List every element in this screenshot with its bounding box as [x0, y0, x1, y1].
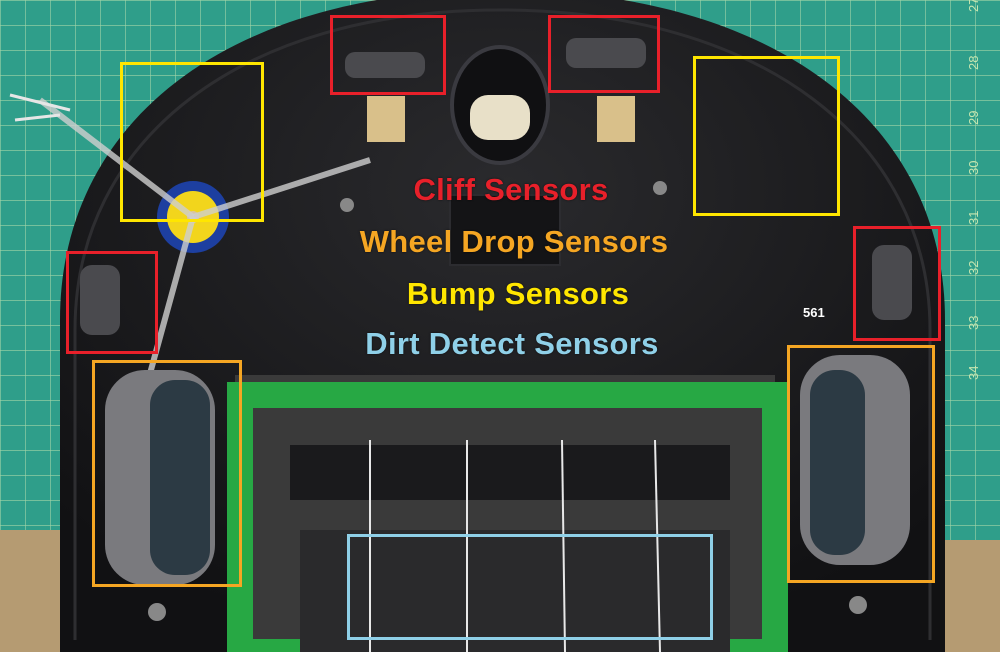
cliff-sensor-box-front-left: [330, 15, 446, 95]
mat-ruler-number: 33: [966, 316, 981, 330]
cliff-sensor-box-right: [853, 226, 941, 341]
mat-ruler-number: 30: [966, 161, 981, 175]
bump-sensor-box-right: [693, 56, 840, 216]
mat-ruler-number: 27: [966, 0, 981, 12]
wheel-drop-sensor-box-left: [92, 360, 242, 587]
wheel-drop-sensor-box-right: [787, 345, 935, 583]
mat-ruler-number: 31: [966, 211, 981, 225]
legend-cliff-sensors: Cliff Sensors: [413, 172, 609, 207]
mat-ruler-number: 28: [966, 56, 981, 70]
legend-bump-sensors: Bump Sensors: [406, 276, 630, 311]
legend-dirt-detect-sensors: Dirt Detect Sensors: [365, 326, 659, 361]
cliff-sensor-box-left: [66, 251, 158, 354]
mat-ruler-number: 29: [966, 111, 981, 125]
legend-wheel-drop-sensors: Wheel Drop Sensors: [359, 224, 669, 259]
dirt-detect-sensor-box: [347, 534, 713, 640]
cliff-sensor-box-front-right: [548, 15, 660, 93]
model-number-label: 561: [803, 305, 825, 320]
mat-ruler-number: 32: [966, 261, 981, 275]
mat-ruler-number: 34: [966, 366, 981, 380]
bump-sensor-box-left: [120, 62, 264, 222]
